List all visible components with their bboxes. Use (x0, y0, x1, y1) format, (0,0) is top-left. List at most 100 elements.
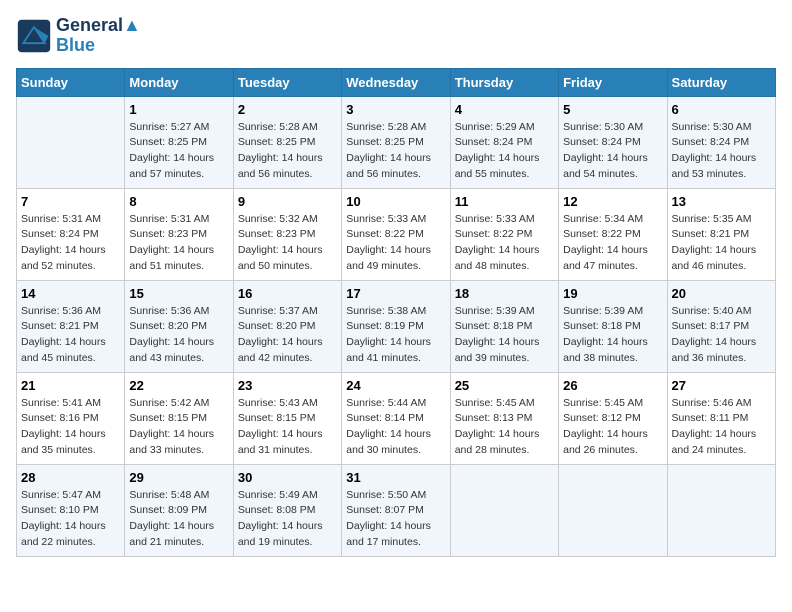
day-number: 29 (129, 470, 228, 485)
day-info: Sunrise: 5:41 AMSunset: 8:16 PMDaylight:… (21, 396, 120, 459)
day-cell: 12 Sunrise: 5:34 AMSunset: 8:22 PMDayligh… (559, 188, 667, 280)
day-info: Sunrise: 5:42 AMSunset: 8:15 PMDaylight:… (129, 396, 228, 459)
calendar-header: SundayMondayTuesdayWednesdayThursdayFrid… (17, 68, 776, 96)
day-cell: 30 Sunrise: 5:49 AMSunset: 8:08 PMDayligh… (233, 464, 341, 556)
day-number: 30 (238, 470, 337, 485)
day-number: 8 (129, 194, 228, 209)
week-row-2: 7Sunrise: 5:31 AMSunset: 8:24 PMDaylight… (17, 188, 776, 280)
week-row-3: 14Sunrise: 5:36 AMSunset: 8:21 PMDayligh… (17, 280, 776, 372)
header-cell-wednesday: Wednesday (342, 68, 450, 96)
day-cell: 16 Sunrise: 5:37 AMSunset: 8:20 PMDayligh… (233, 280, 341, 372)
week-row-1: 1 Sunrise: 5:27 AMSunset: 8:25 PMDaylight… (17, 96, 776, 188)
header-cell-tuesday: Tuesday (233, 68, 341, 96)
logo-icon (16, 18, 52, 54)
header-cell-thursday: Thursday (450, 68, 558, 96)
day-info: Sunrise: 5:33 AMSunset: 8:22 PMDaylight:… (346, 212, 445, 275)
day-number: 1 (129, 102, 228, 117)
day-number: 16 (238, 286, 337, 301)
day-cell: 15 Sunrise: 5:36 AMSunset: 8:20 PMDayligh… (125, 280, 233, 372)
day-number: 28 (21, 470, 120, 485)
day-cell: 19Sunrise: 5:39 AMSunset: 8:18 PMDayligh… (559, 280, 667, 372)
day-cell: 4Sunrise: 5:29 AMSunset: 8:24 PMDaylight… (450, 96, 558, 188)
day-info: Sunrise: 5:45 AMSunset: 8:12 PMDaylight:… (563, 396, 662, 459)
day-number: 24 (346, 378, 445, 393)
day-cell: 9 Sunrise: 5:32 AMSunset: 8:23 PMDaylight… (233, 188, 341, 280)
day-cell: 14Sunrise: 5:36 AMSunset: 8:21 PMDayligh… (17, 280, 125, 372)
day-cell (667, 464, 775, 556)
day-info: Sunrise: 5:49 AMSunset: 8:08 PMDaylight:… (238, 488, 337, 551)
day-cell: 31 Sunrise: 5:50 AMSunset: 8:07 PMDayligh… (342, 464, 450, 556)
day-info: Sunrise: 5:34 AMSunset: 8:22 PMDaylight:… (563, 212, 662, 275)
day-number: 6 (672, 102, 771, 117)
day-number: 4 (455, 102, 554, 117)
day-cell: 27Sunrise: 5:46 AMSunset: 8:11 PMDayligh… (667, 372, 775, 464)
day-info: Sunrise: 5:40 AMSunset: 8:17 PMDaylight:… (672, 304, 771, 367)
day-info: Sunrise: 5:27 AMSunset: 8:25 PMDaylight:… (129, 120, 228, 183)
day-info: Sunrise: 5:36 AMSunset: 8:21 PMDaylight:… (21, 304, 120, 367)
day-number: 15 (129, 286, 228, 301)
header-cell-monday: Monday (125, 68, 233, 96)
day-number: 13 (672, 194, 771, 209)
day-number: 11 (455, 194, 554, 209)
day-cell: 22 Sunrise: 5:42 AMSunset: 8:15 PMDayligh… (125, 372, 233, 464)
header-row: SundayMondayTuesdayWednesdayThursdayFrid… (17, 68, 776, 96)
day-info: Sunrise: 5:36 AMSunset: 8:20 PMDaylight:… (129, 304, 228, 367)
day-cell: 13Sunrise: 5:35 AMSunset: 8:21 PMDayligh… (667, 188, 775, 280)
day-number: 12 (563, 194, 662, 209)
header-cell-friday: Friday (559, 68, 667, 96)
day-cell: 5 Sunrise: 5:30 AMSunset: 8:24 PMDaylight… (559, 96, 667, 188)
day-number: 26 (563, 378, 662, 393)
day-number: 10 (346, 194, 445, 209)
day-cell: 21 Sunrise: 5:41 AMSunset: 8:16 PMDayligh… (17, 372, 125, 464)
day-number: 22 (129, 378, 228, 393)
day-cell: 10 Sunrise: 5:33 AMSunset: 8:22 PMDayligh… (342, 188, 450, 280)
header-cell-sunday: Sunday (17, 68, 125, 96)
day-number: 31 (346, 470, 445, 485)
day-cell: 20 Sunrise: 5:40 AMSunset: 8:17 PMDayligh… (667, 280, 775, 372)
day-cell: 23 Sunrise: 5:43 AMSunset: 8:15 PMDayligh… (233, 372, 341, 464)
day-info: Sunrise: 5:39 AMSunset: 8:18 PMDaylight:… (563, 304, 662, 367)
day-cell: 11 Sunrise: 5:33 AMSunset: 8:22 PMDayligh… (450, 188, 558, 280)
day-cell: 1 Sunrise: 5:27 AMSunset: 8:25 PMDaylight… (125, 96, 233, 188)
calendar-body: 1 Sunrise: 5:27 AMSunset: 8:25 PMDaylight… (17, 96, 776, 556)
day-number: 2 (238, 102, 337, 117)
day-info: Sunrise: 5:39 AMSunset: 8:18 PMDaylight:… (455, 304, 554, 367)
day-number: 18 (455, 286, 554, 301)
day-info: Sunrise: 5:30 AMSunset: 8:24 PMDaylight:… (563, 120, 662, 183)
header-cell-saturday: Saturday (667, 68, 775, 96)
day-number: 5 (563, 102, 662, 117)
day-info: Sunrise: 5:31 AMSunset: 8:23 PMDaylight:… (129, 212, 228, 275)
day-number: 3 (346, 102, 445, 117)
day-cell: 3 Sunrise: 5:28 AMSunset: 8:25 PMDaylight… (342, 96, 450, 188)
day-cell: 29 Sunrise: 5:48 AMSunset: 8:09 PMDayligh… (125, 464, 233, 556)
day-info: Sunrise: 5:28 AMSunset: 8:25 PMDaylight:… (346, 120, 445, 183)
day-info: Sunrise: 5:33 AMSunset: 8:22 PMDaylight:… (455, 212, 554, 275)
page-header: General▲ Blue (16, 16, 776, 56)
day-number: 17 (346, 286, 445, 301)
day-info: Sunrise: 5:30 AMSunset: 8:24 PMDaylight:… (672, 120, 771, 183)
day-info: Sunrise: 5:28 AMSunset: 8:25 PMDaylight:… (238, 120, 337, 183)
day-cell: 25 Sunrise: 5:45 AMSunset: 8:13 PMDayligh… (450, 372, 558, 464)
logo: General▲ Blue (16, 16, 141, 56)
day-info: Sunrise: 5:48 AMSunset: 8:09 PMDaylight:… (129, 488, 228, 551)
day-info: Sunrise: 5:37 AMSunset: 8:20 PMDaylight:… (238, 304, 337, 367)
day-number: 20 (672, 286, 771, 301)
day-info: Sunrise: 5:44 AMSunset: 8:14 PMDaylight:… (346, 396, 445, 459)
day-number: 21 (21, 378, 120, 393)
day-number: 25 (455, 378, 554, 393)
day-number: 27 (672, 378, 771, 393)
day-info: Sunrise: 5:32 AMSunset: 8:23 PMDaylight:… (238, 212, 337, 275)
day-info: Sunrise: 5:50 AMSunset: 8:07 PMDaylight:… (346, 488, 445, 551)
day-info: Sunrise: 5:38 AMSunset: 8:19 PMDaylight:… (346, 304, 445, 367)
day-number: 9 (238, 194, 337, 209)
day-cell: 6 Sunrise: 5:30 AMSunset: 8:24 PMDaylight… (667, 96, 775, 188)
week-row-4: 21 Sunrise: 5:41 AMSunset: 8:16 PMDayligh… (17, 372, 776, 464)
day-number: 7 (21, 194, 120, 209)
day-info: Sunrise: 5:45 AMSunset: 8:13 PMDaylight:… (455, 396, 554, 459)
day-cell: 24 Sunrise: 5:44 AMSunset: 8:14 PMDayligh… (342, 372, 450, 464)
day-cell: 17 Sunrise: 5:38 AMSunset: 8:19 PMDayligh… (342, 280, 450, 372)
calendar-table: SundayMondayTuesdayWednesdayThursdayFrid… (16, 68, 776, 557)
day-info: Sunrise: 5:43 AMSunset: 8:15 PMDaylight:… (238, 396, 337, 459)
day-number: 23 (238, 378, 337, 393)
week-row-5: 28Sunrise: 5:47 AMSunset: 8:10 PMDayligh… (17, 464, 776, 556)
